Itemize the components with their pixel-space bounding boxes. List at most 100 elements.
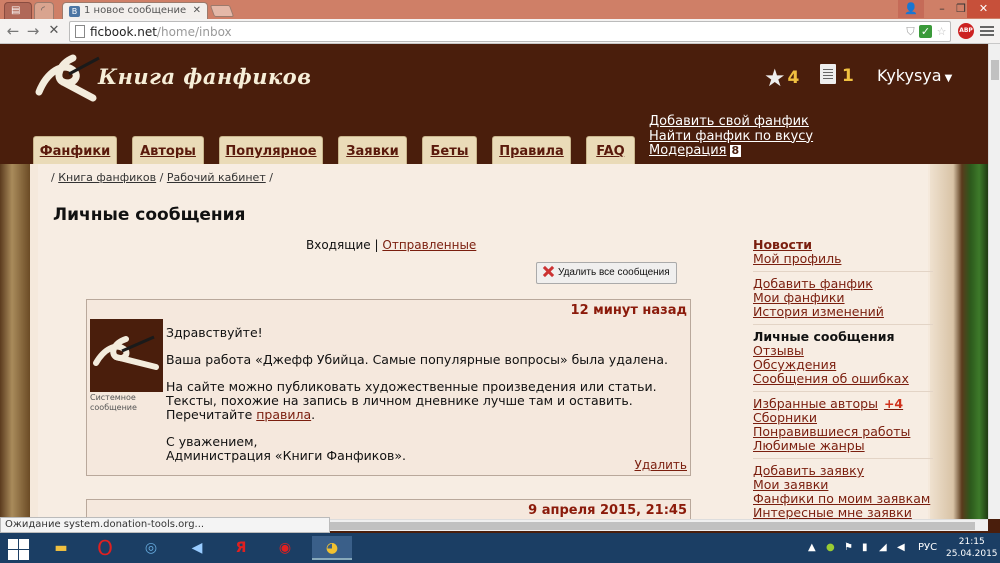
- sidebar-item-collections[interactable]: Сборники: [753, 411, 933, 425]
- sidebar-item-add-request[interactable]: Добавить заявку: [753, 464, 933, 478]
- scrollbar-thumb[interactable]: [330, 522, 975, 530]
- sidebar-item-discussions[interactable]: Обсуждения: [753, 358, 933, 372]
- rules-link[interactable]: правила: [256, 407, 311, 422]
- bookmark-star-icon[interactable]: ☆: [935, 25, 948, 38]
- address-bar[interactable]: ficbook.net/home/inbox ⛉ ✓ ☆: [69, 21, 951, 42]
- windows-start-icon[interactable]: [6, 536, 30, 560]
- favorites-counter[interactable]: ★ 4: [764, 64, 799, 92]
- page: Книга фанфиков ★ 4 1 Kykysya ▼ Добавить св…: [0, 44, 988, 519]
- message-time: 9 апреля 2015, 21:45: [528, 503, 687, 518]
- url-text[interactable]: ficbook.net/home/inbox: [90, 25, 232, 39]
- new-tab-button[interactable]: [209, 5, 235, 17]
- add-fic-link[interactable]: Добавить свой фанфик: [649, 114, 813, 130]
- sidebar-item-genres[interactable]: Любимые жанры: [753, 439, 933, 453]
- caret-down-icon: ▼: [944, 73, 953, 84]
- notepad-icon: [820, 64, 836, 84]
- breadcrumb: / Книга фанфиков / Рабочий кабинет /: [51, 171, 273, 184]
- status-bar: Ожидание system.donation-tools.org...: [0, 517, 330, 533]
- browser-tab-loading[interactable]: ◜: [34, 2, 54, 19]
- site-logo-text[interactable]: Книга фанфиков: [98, 64, 311, 89]
- user-menu[interactable]: Kykysya ▼: [877, 66, 952, 85]
- sidebar-item-fav-authors[interactable]: Избранные авторы +4: [753, 397, 933, 411]
- browser-tab-strip: ▤ ◜ В1 новое сообщение ✕ 👤 – ❐ ✕: [0, 0, 1000, 19]
- nav-tab-popular[interactable]: Популярное: [219, 136, 323, 164]
- sidebar-item-reviews[interactable]: Отзывы: [753, 344, 933, 358]
- site-header: Книга фанфиков ★ 4 1 Kykysya ▼ Добавить св…: [0, 44, 988, 164]
- network-app-icon[interactable]: ◎: [134, 536, 168, 560]
- sidebar-item-add-fic[interactable]: Добавить фанфик: [753, 277, 933, 291]
- breadcrumb-home[interactable]: Книга фанфиков: [58, 171, 156, 184]
- moderation-count-badge: 8: [729, 144, 742, 157]
- vertical-scrollbar[interactable]: [988, 44, 1000, 519]
- nav-tab-rules[interactable]: Правила: [492, 136, 571, 164]
- star-icon: ★: [764, 64, 786, 92]
- scrollbar-thumb[interactable]: [991, 60, 999, 80]
- sidebar-item-messages: Личные сообщения: [753, 329, 895, 344]
- sidebar-item-news[interactable]: Новости: [753, 238, 933, 252]
- taskbar: ▬ O ◎ ◀ Я ◉ ◕ ▲ ● ⚑ ▮ ◢ ◀ РУС 21:15 25.0…: [0, 533, 1000, 563]
- close-window-button[interactable]: ✕: [967, 0, 1000, 18]
- adblock-icon[interactable]: ABP: [958, 23, 974, 39]
- back-icon[interactable]: ←: [4, 22, 22, 40]
- tray-app-icon[interactable]: ●: [826, 542, 835, 553]
- nav-tab-authors[interactable]: Авторы: [132, 136, 204, 164]
- loading-spinner-icon: ◜: [41, 5, 45, 16]
- message-sender: Системное сообщение: [90, 393, 137, 412]
- menu-icon[interactable]: [980, 24, 994, 38]
- book-spine-decoration: [0, 164, 30, 519]
- message-body: Здравствуйте! Ваша работа «Джефф Убийца.…: [166, 325, 668, 463]
- tray-clock[interactable]: 21:15 25.04.2015: [946, 536, 998, 560]
- file-explorer-icon[interactable]: ▬: [44, 536, 78, 560]
- tray-expand-icon[interactable]: ▲: [808, 542, 816, 553]
- tray-battery-icon[interactable]: ▮: [862, 542, 868, 553]
- yandex-browser-icon[interactable]: ◉: [268, 536, 302, 560]
- new-count-badge: +4: [883, 396, 904, 411]
- sidebar-item-profile[interactable]: Мой профиль: [753, 252, 933, 266]
- find-fic-link[interactable]: Найти фанфик по вкусу: [649, 129, 813, 145]
- nav-tab-requests[interactable]: Заявки: [338, 136, 407, 164]
- delete-message-link[interactable]: Удалить: [635, 458, 688, 472]
- opera-icon[interactable]: O: [88, 536, 122, 560]
- tray-volume-icon[interactable]: ◀: [897, 542, 905, 553]
- ribbon-quill-icon[interactable]: [33, 52, 103, 106]
- media-app-icon[interactable]: ◀: [180, 536, 214, 560]
- shield-icon[interactable]: ⛉: [904, 25, 917, 38]
- sidebar-item-my-fics[interactable]: Мои фанфики: [753, 291, 933, 305]
- nav-tab-fanfics[interactable]: Фанфики: [33, 136, 117, 164]
- sidebar-item-error-reports[interactable]: Сообщения об ошибках: [753, 372, 933, 386]
- user-profile-icon[interactable]: 👤: [898, 0, 924, 18]
- chrome-icon[interactable]: ◕: [312, 536, 352, 560]
- browser-toolbar: ← → ✕ ficbook.net/home/inbox ⛉ ✓ ☆ ABP: [0, 19, 1000, 44]
- sidebar-item-my-requests[interactable]: Мои заявки: [753, 478, 933, 492]
- vk-favicon-icon: В: [69, 6, 80, 17]
- sidebar-item-history[interactable]: История изменений: [753, 305, 933, 319]
- sidebar-item-fics-by-requests[interactable]: Фанфики по моим заявкам: [753, 492, 933, 506]
- nav-tab-faq[interactable]: FAQ: [586, 136, 635, 164]
- system-avatar: [90, 319, 163, 392]
- stop-icon[interactable]: ✕: [45, 22, 63, 40]
- message-folder-tabs: Входящие | Отправленные: [306, 238, 477, 252]
- breadcrumb-cabinet[interactable]: Рабочий кабинет: [167, 171, 266, 184]
- tray-wifi-icon[interactable]: ◢: [879, 542, 887, 553]
- delete-icon: [543, 266, 554, 277]
- main-content: / Книга фанфиков / Рабочий кабинет / Лич…: [38, 164, 933, 519]
- tray-language[interactable]: РУС: [918, 542, 937, 553]
- horizontal-scrollbar[interactable]: [330, 519, 988, 531]
- browser-tab-active[interactable]: В 1 новое сообщение ✕: [62, 2, 208, 19]
- notes-counter[interactable]: 1: [820, 64, 854, 86]
- sidebar-item-liked[interactable]: Понравившиеся работы: [753, 425, 933, 439]
- quick-links: Добавить свой фанфик Найти фанфик по вку…: [649, 114, 813, 159]
- browser-tab-pinned[interactable]: ▤: [4, 2, 32, 19]
- forward-icon[interactable]: →: [24, 22, 42, 40]
- tray-flag-icon[interactable]: ⚑: [844, 542, 853, 553]
- delete-all-messages-button[interactable]: Удалить все сообщения: [536, 262, 677, 284]
- close-tab-icon[interactable]: ✕: [193, 5, 201, 16]
- nav-tab-betas[interactable]: Беты: [422, 136, 477, 164]
- extension-check-icon[interactable]: ✓: [919, 25, 932, 38]
- moderation-link[interactable]: Модерация 8: [649, 143, 813, 159]
- yandex-icon[interactable]: Я: [224, 536, 258, 560]
- sent-tab[interactable]: Отправленные: [382, 238, 476, 252]
- sidebar-item-interesting-requests[interactable]: Интересные мне заявки: [753, 506, 933, 520]
- page-icon: [75, 25, 85, 38]
- inbox-tab: Входящие: [306, 238, 371, 252]
